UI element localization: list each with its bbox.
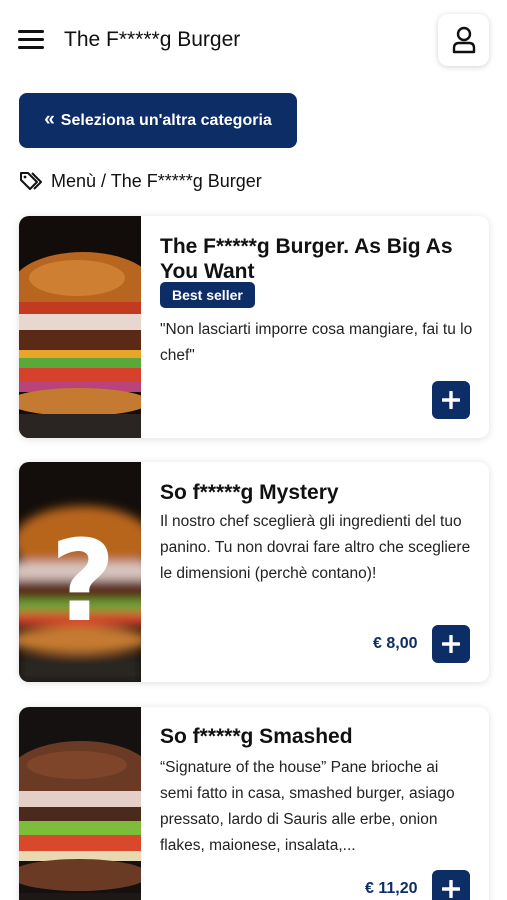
product-description: “Signature of the house” Pane brioche ai… — [160, 759, 455, 854]
product-price: € 11,20 — [365, 880, 418, 897]
add-to-cart-button[interactable] — [432, 870, 470, 900]
breadcrumb-text: Menù / The F*****g Burger — [51, 170, 262, 191]
product-card-body: So f*****g Smashed “Signature of the hou… — [160, 707, 473, 900]
product-card[interactable]: The F*****g Burger. As Big As You Want B… — [19, 216, 489, 438]
product-description: "Non lasciarti imporre cosa mangiare, fa… — [160, 321, 473, 364]
plus-icon — [442, 391, 460, 409]
plus-icon — [442, 635, 460, 653]
product-title: So f*****g Mystery — [160, 481, 339, 504]
best-seller-badge: Best seller — [160, 282, 255, 308]
tag-icon — [20, 172, 42, 190]
user-button[interactable] — [438, 14, 489, 66]
top-bar: The F*****g Burger — [0, 0, 507, 84]
product-price: € 8,00 — [373, 635, 418, 652]
breadcrumb: Menù / The F*****g Burger — [19, 168, 262, 194]
add-to-cart-button[interactable] — [432, 381, 470, 419]
product-card-body: The F*****g Burger. As Big As You Want B… — [160, 216, 473, 438]
product-image — [19, 707, 141, 900]
product-card[interactable]: So f*****g Smashed “Signature of the hou… — [19, 707, 489, 900]
product-title: The F*****g Burger. As Big As You Want — [160, 235, 453, 283]
user-icon — [452, 26, 475, 54]
product-image — [19, 216, 141, 438]
page-title: The F*****g Burger — [64, 28, 241, 51]
svg-text:?: ? — [51, 517, 116, 647]
product-description: Il nostro chef sceglierà gli ingredienti… — [160, 513, 471, 582]
product-card-body: So f*****g Mystery Il nostro chef scegli… — [160, 462, 473, 682]
select-category-button[interactable]: « Seleziona un'altra categoria — [19, 93, 297, 148]
hamburger-menu-icon[interactable] — [18, 28, 44, 52]
select-category-label: Seleziona un'altra categoria — [60, 111, 272, 129]
plus-icon — [442, 880, 460, 898]
add-to-cart-button[interactable] — [432, 625, 470, 663]
double-chevron-left-icon: « — [44, 108, 55, 130]
product-image: ? — [19, 462, 141, 682]
product-title: So f*****g Smashed — [160, 725, 353, 748]
product-card[interactable]: ? So f*****g Mystery Il nostro chef sceg… — [19, 462, 489, 682]
